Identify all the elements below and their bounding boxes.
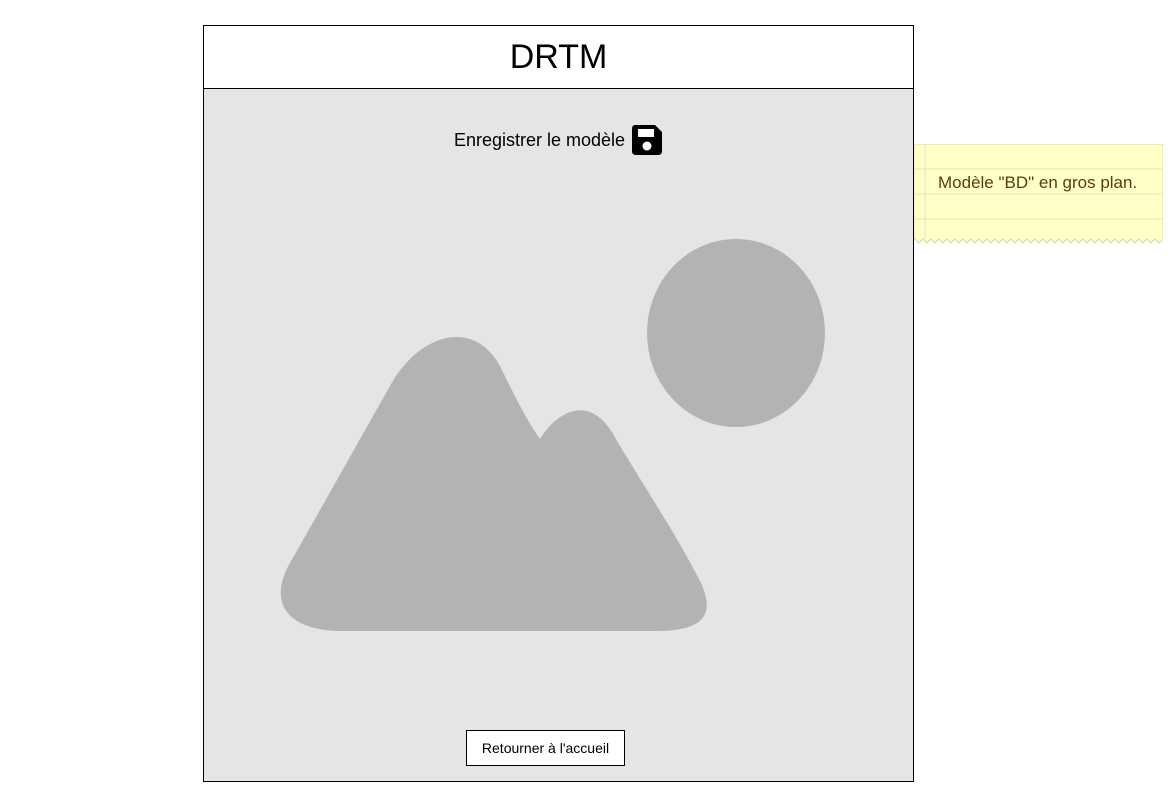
save-model-label[interactable]: Enregistrer le modèle <box>454 130 625 151</box>
main-panel: DRTM Enregistrer le modèle Retourner à l… <box>203 25 914 782</box>
sticky-note-text: Modèle "BD" en gros plan. <box>938 173 1138 192</box>
save-icon[interactable] <box>631 124 663 156</box>
sun-shape <box>647 239 825 427</box>
page-title: DRTM <box>509 37 608 76</box>
page-header: DRTM <box>204 26 913 89</box>
return-home-button[interactable]: Retourner à l'accueil <box>466 730 625 766</box>
image-placeholder-icon <box>280 239 825 631</box>
mountain-shape <box>280 337 707 631</box>
sticky-note: Modèle "BD" en gros plan. <box>914 144 1163 244</box>
save-model-control[interactable]: Enregistrer le modèle <box>204 124 913 156</box>
